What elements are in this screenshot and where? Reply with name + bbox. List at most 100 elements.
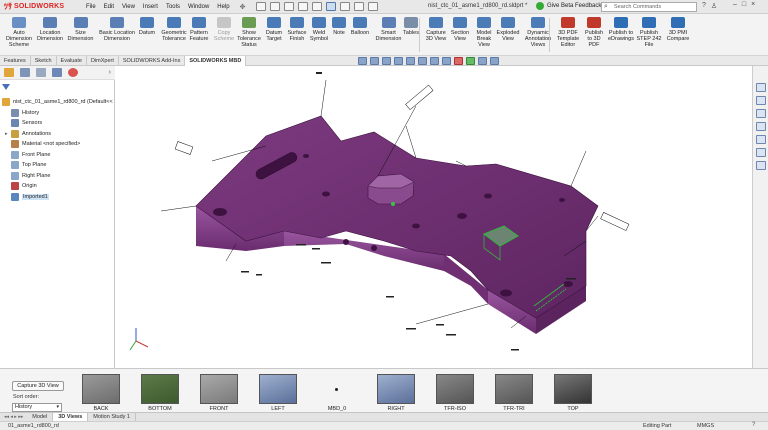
tree-item-top-plane[interactable]: Top Plane bbox=[0, 160, 115, 171]
previous-view-icon[interactable] bbox=[382, 57, 391, 65]
options-gear-icon[interactable] bbox=[367, 2, 378, 11]
note-button[interactable]: Note bbox=[331, 17, 347, 36]
menu-tools[interactable]: Tools bbox=[166, 4, 180, 10]
capture-3d-view-button[interactable]: Capture 3D View bbox=[12, 381, 64, 391]
auto-dimension-button[interactable]: Auto Dimension Scheme bbox=[4, 17, 34, 48]
status-units[interactable]: MMGS bbox=[697, 423, 714, 429]
menu-window[interactable]: Window bbox=[188, 4, 209, 10]
publish-3d-pdf-button[interactable]: Publish to 3D PDF bbox=[582, 17, 606, 48]
edit-appearance-icon[interactable] bbox=[454, 57, 463, 65]
datum-target-button[interactable]: Datum Target bbox=[263, 17, 285, 42]
home-icon[interactable] bbox=[756, 83, 766, 92]
property-manager-tab-icon[interactable] bbox=[20, 68, 30, 77]
dimxpert-manager-tab-icon[interactable] bbox=[52, 68, 62, 77]
view-tfr-tri-icon[interactable] bbox=[495, 374, 533, 404]
tab-evaluate[interactable]: Evaluate bbox=[57, 56, 87, 66]
tab-scroll-arrows[interactable]: ◂◂ ◂ ▸ ▸▸ bbox=[0, 414, 27, 420]
file-explorer-icon[interactable] bbox=[756, 122, 766, 131]
tree-root-part[interactable]: nist_ctc_01_asme1_rd800_rd (Default<< bbox=[0, 97, 115, 108]
tab-features[interactable]: Features bbox=[0, 56, 31, 66]
resources-icon[interactable] bbox=[756, 96, 766, 105]
filter-icon[interactable] bbox=[2, 84, 10, 90]
display-style-icon[interactable] bbox=[430, 57, 439, 65]
minimize-icon[interactable]: – bbox=[733, 1, 737, 8]
configuration-manager-tab-icon[interactable] bbox=[36, 68, 46, 77]
tree-item-right-plane[interactable]: Right Plane bbox=[0, 171, 115, 182]
publish-edrawings-button[interactable]: Publish to eDrawings bbox=[606, 17, 636, 42]
save-icon[interactable] bbox=[283, 2, 294, 11]
publish-step242-button[interactable]: Publish STEP 242 File bbox=[636, 17, 662, 48]
smart-dimension-button[interactable]: Smart Dimension bbox=[375, 17, 402, 42]
view-right-icon[interactable] bbox=[377, 374, 415, 404]
tables-button[interactable]: Tables bbox=[402, 17, 420, 36]
tree-item-origin[interactable]: Origin bbox=[0, 181, 115, 192]
zoom-to-fit-icon[interactable] bbox=[358, 57, 367, 65]
view-back-icon[interactable] bbox=[82, 374, 120, 404]
surface-finish-button[interactable]: Surface Finish bbox=[286, 17, 308, 42]
model-canvas[interactable] bbox=[116, 66, 752, 368]
user-icon[interactable]: ♙ bbox=[711, 2, 717, 10]
exploded-view-button[interactable]: Exploded View bbox=[495, 17, 521, 42]
geometric-tolerance-button[interactable]: Geometric Tolerance bbox=[160, 17, 188, 42]
file-properties-icon[interactable] bbox=[353, 2, 364, 11]
search-commands-input[interactable]: ⌕ Search Commands bbox=[601, 2, 697, 12]
pattern-feature-button[interactable]: Pattern Feature bbox=[188, 17, 210, 42]
tab-dimxpert[interactable]: DimXpert bbox=[87, 56, 119, 66]
sort-order-select[interactable]: History ▾ bbox=[12, 403, 62, 412]
menu-file[interactable]: File bbox=[86, 4, 96, 10]
graphics-area[interactable] bbox=[116, 66, 752, 368]
undo-icon[interactable] bbox=[311, 2, 322, 11]
hide-show-items-icon[interactable] bbox=[442, 57, 451, 65]
design-library-icon[interactable] bbox=[756, 109, 766, 118]
tab-addins[interactable]: SOLIDWORKS Add-Ins bbox=[119, 56, 186, 66]
menu-help[interactable]: Help bbox=[217, 4, 229, 10]
feature-manager-tab-icon[interactable] bbox=[4, 68, 14, 77]
tree-item-front-plane[interactable]: Front Plane bbox=[0, 150, 115, 161]
menu-insert[interactable]: Insert bbox=[143, 4, 158, 10]
section-view-hud-icon[interactable] bbox=[394, 57, 403, 65]
apply-scene-icon[interactable] bbox=[466, 57, 475, 65]
tab-sketch[interactable]: Sketch bbox=[31, 56, 57, 66]
dynamic-annotation-hud-icon[interactable] bbox=[406, 57, 415, 65]
model-break-view-button[interactable]: Model Break View bbox=[473, 17, 495, 48]
copy-scheme-button[interactable]: Copy Scheme bbox=[212, 17, 236, 42]
size-dimension-button[interactable]: Size Dimension bbox=[67, 17, 94, 42]
menu-view[interactable]: View bbox=[122, 4, 135, 10]
tree-item-history[interactable]: History bbox=[0, 108, 115, 119]
restore-icon[interactable]: □ bbox=[742, 1, 746, 8]
solidworks-logo[interactable]: ﾂｻ SOLIDWORKS bbox=[0, 1, 76, 12]
open-document-icon[interactable] bbox=[269, 2, 280, 11]
help-icon[interactable]: ? bbox=[702, 2, 706, 10]
rebuild-icon[interactable] bbox=[339, 2, 350, 11]
section-view-button[interactable]: Section View bbox=[449, 17, 471, 42]
capture-3d-view-button[interactable]: Capture 3D View bbox=[425, 17, 447, 42]
view-settings-icon[interactable] bbox=[478, 57, 487, 65]
status-help-icon[interactable]: ? bbox=[752, 422, 755, 428]
tree-item-sensors[interactable]: Sensors bbox=[0, 118, 115, 129]
pin-icon[interactable]: ✥ bbox=[240, 3, 246, 11]
view-front-icon[interactable] bbox=[200, 374, 238, 404]
location-dimension-button[interactable]: Location Dimension bbox=[36, 17, 64, 42]
tree-item-annotations[interactable]: ▸ Annotations bbox=[0, 129, 115, 140]
display-manager-tab-icon[interactable] bbox=[68, 68, 78, 77]
view-top-icon[interactable] bbox=[554, 374, 592, 404]
balloon-button[interactable]: Balloon bbox=[349, 17, 371, 36]
pmi-compare-button[interactable]: 3D PMI Compare bbox=[664, 17, 692, 42]
custom-properties-icon[interactable] bbox=[756, 161, 766, 170]
pdf-template-editor-button[interactable]: 3D PDF Template Editor bbox=[556, 17, 580, 48]
tree-item-material-not-specified[interactable]: Material <not specified> bbox=[0, 139, 115, 150]
basic-location-dimension-button[interactable]: Basic Location Dimension bbox=[97, 17, 137, 42]
tolerance-status-button[interactable]: Show Tolerance Status bbox=[237, 17, 261, 48]
view-tfr-iso-icon[interactable] bbox=[436, 374, 474, 404]
chevron-right-icon[interactable]: › bbox=[109, 69, 111, 76]
beta-feedback-button[interactable]: Give Beta Feedback bbox=[536, 2, 601, 10]
datum-button[interactable]: Datum bbox=[137, 17, 157, 36]
close-icon[interactable]: × bbox=[751, 1, 755, 8]
view-mbd0-icon[interactable] bbox=[318, 374, 356, 404]
print-icon[interactable] bbox=[297, 2, 308, 11]
weld-symbol-button[interactable]: Weld Symbol bbox=[309, 17, 329, 42]
view-left-icon[interactable] bbox=[259, 374, 297, 404]
display-pane-icon[interactable] bbox=[490, 57, 499, 65]
select-icon[interactable] bbox=[325, 2, 336, 11]
view-orientation-icon[interactable] bbox=[418, 57, 427, 65]
